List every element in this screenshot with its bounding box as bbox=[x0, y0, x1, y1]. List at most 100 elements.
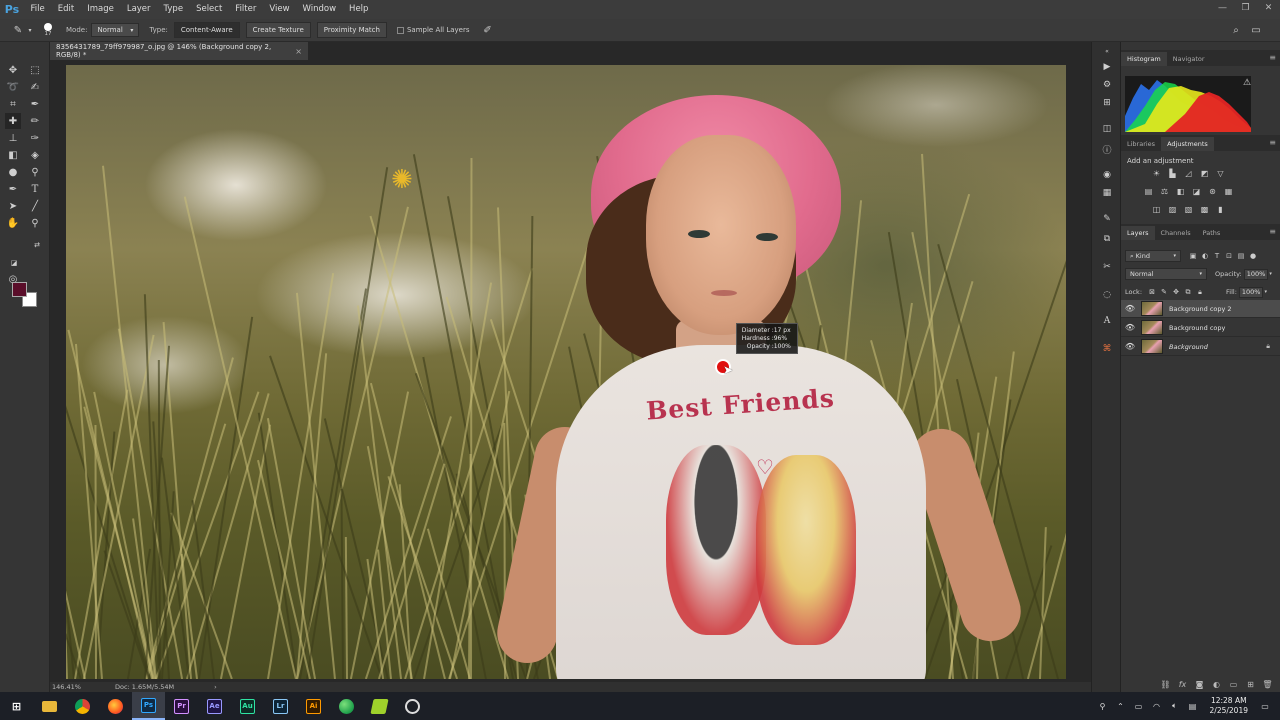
menu-filter[interactable]: Filter bbox=[229, 0, 263, 19]
color-lookup-icon[interactable]: ▦ bbox=[1223, 186, 1234, 197]
black-white-icon[interactable]: ◧ bbox=[1175, 186, 1186, 197]
filter-type-icon[interactable]: T bbox=[1211, 252, 1223, 260]
lock-artboard-icon[interactable]: ⧉ bbox=[1182, 288, 1194, 297]
start-button[interactable]: ⊞ bbox=[0, 692, 33, 720]
canvas-area[interactable]: ✺ Best Friends ♡ Diameter : 17 px Hardne… bbox=[50, 60, 1091, 682]
visibility-eye-icon[interactable]: 👁︎ bbox=[1121, 323, 1139, 332]
filter-adjustment-icon[interactable]: ◐ bbox=[1199, 252, 1211, 260]
add-mask-icon[interactable]: ◙ bbox=[1191, 680, 1208, 689]
clone-source-icon[interactable]: ⧉ bbox=[1099, 232, 1115, 246]
fill-field[interactable]: 100% bbox=[1238, 286, 1264, 298]
menu-type[interactable]: Type bbox=[157, 0, 190, 19]
network-icon[interactable]: ▭ bbox=[1132, 702, 1146, 711]
history-brush-tool-icon[interactable]: ✑ bbox=[27, 130, 43, 146]
panel-menu-icon[interactable]: ≡ bbox=[1269, 227, 1276, 236]
pressure-size-icon[interactable]: ✐ bbox=[480, 22, 496, 38]
mode-select[interactable]: Normal ▾ bbox=[91, 23, 140, 37]
selective-color-icon[interactable]: ▩ bbox=[1199, 204, 1210, 215]
curves-icon[interactable]: ◿ bbox=[1183, 168, 1194, 179]
tab-histogram[interactable]: Histogram bbox=[1121, 52, 1167, 66]
new-adjustment-icon[interactable]: ◐ bbox=[1208, 680, 1225, 689]
menu-help[interactable]: Help bbox=[343, 0, 375, 19]
taskbar-blender[interactable] bbox=[396, 692, 429, 720]
hand-tool-icon[interactable]: ✋ bbox=[5, 215, 21, 231]
layer-name[interactable]: Background bbox=[1169, 343, 1208, 351]
workspace-icon[interactable]: ▭ bbox=[1248, 22, 1264, 38]
dodge-tool-icon[interactable]: ⚲ bbox=[27, 164, 43, 180]
search-icon[interactable]: ⌕ bbox=[1228, 22, 1244, 38]
levels-icon[interactable]: ▙ bbox=[1167, 168, 1178, 179]
taskbar-edge[interactable] bbox=[330, 692, 363, 720]
taskbar-photoshop[interactable]: Ps bbox=[132, 692, 165, 720]
notification-icon[interactable]: ▭ bbox=[1258, 702, 1272, 711]
sample-all-layers-checkbox[interactable]: Sample All Layers bbox=[396, 26, 470, 34]
color-icon[interactable]: ◉ bbox=[1099, 168, 1115, 182]
layer-row[interactable]: 👁︎ Background copy bbox=[1121, 319, 1280, 337]
panel-menu-icon[interactable]: ≡ bbox=[1269, 53, 1276, 62]
layer-name[interactable]: Background copy bbox=[1169, 324, 1225, 332]
create-texture-button[interactable]: Create Texture bbox=[245, 22, 311, 38]
menu-image[interactable]: Image bbox=[81, 0, 121, 19]
brightness-contrast-icon[interactable]: ☀ bbox=[1151, 168, 1162, 179]
tab-adjustments[interactable]: Adjustments bbox=[1161, 137, 1214, 151]
threshold-icon[interactable]: ▧ bbox=[1183, 204, 1194, 215]
lock-pixels-icon[interactable]: ✎ bbox=[1158, 288, 1170, 296]
menu-select[interactable]: Select bbox=[190, 0, 229, 19]
document-tab[interactable]: 8356431789_79ff979987_o.jpg @ 146% (Back… bbox=[50, 42, 308, 60]
photo-filter-icon[interactable]: ◪ bbox=[1191, 186, 1202, 197]
visibility-eye-icon[interactable]: 👁︎ bbox=[1121, 304, 1139, 313]
invert-icon[interactable]: ◫ bbox=[1151, 204, 1162, 215]
taskbar-green-app[interactable] bbox=[363, 692, 396, 720]
photo-canvas[interactable]: ✺ Best Friends ♡ bbox=[66, 65, 1066, 679]
status-menu-arrow-icon[interactable]: › bbox=[214, 683, 217, 691]
taskbar-chrome[interactable] bbox=[66, 692, 99, 720]
taskbar-file-explorer[interactable] bbox=[33, 692, 66, 720]
default-colors-icon[interactable]: ◪ bbox=[6, 255, 22, 271]
panel-menu-icon[interactable]: ≡ bbox=[1269, 138, 1276, 147]
tab-paths[interactable]: Paths bbox=[1197, 226, 1227, 240]
lock-icon[interactable]: 🔒︎ bbox=[1266, 342, 1270, 351]
taskbar-illustrator[interactable]: Ai bbox=[297, 692, 330, 720]
blend-mode-select[interactable]: Normal ▾ bbox=[1125, 268, 1207, 280]
lock-transparency-icon[interactable]: ⊠ bbox=[1146, 288, 1158, 296]
info-icon[interactable]: ⓘ bbox=[1099, 142, 1115, 156]
brushes-icon[interactable]: ✎ bbox=[1099, 212, 1115, 226]
posterize-icon[interactable]: ▨ bbox=[1167, 204, 1178, 215]
healing-brush-tool-icon[interactable]: ✚ bbox=[5, 113, 21, 129]
lasso-tool-icon[interactable]: ➰ bbox=[5, 79, 21, 95]
tab-layers[interactable]: Layers bbox=[1121, 226, 1155, 240]
taskbar-audition[interactable]: Au bbox=[231, 692, 264, 720]
wifi-icon[interactable]: ◠ bbox=[1150, 702, 1164, 711]
gradient-map-icon[interactable]: ▮ bbox=[1215, 204, 1226, 215]
path-select-tool-icon[interactable]: ➤ bbox=[5, 198, 21, 214]
people-icon[interactable]: ⚲ bbox=[1096, 702, 1110, 711]
opacity-field[interactable]: 100% bbox=[1243, 268, 1269, 280]
foreground-color-swatch[interactable] bbox=[12, 282, 27, 297]
layer-name[interactable]: Background copy 2 bbox=[1169, 305, 1232, 313]
exposure-icon[interactable]: ◩ bbox=[1199, 168, 1210, 179]
content-aware-button[interactable]: Content-Aware bbox=[173, 22, 240, 38]
minimize-button[interactable]: — bbox=[1211, 0, 1234, 16]
menu-window[interactable]: Window bbox=[296, 0, 343, 19]
menu-edit[interactable]: Edit bbox=[51, 0, 80, 19]
kind-filter-select[interactable]: ⌕ Kind ▾ bbox=[1125, 250, 1181, 262]
hue-saturation-icon[interactable]: ▤ bbox=[1143, 186, 1154, 197]
menu-layer[interactable]: Layer bbox=[120, 0, 157, 19]
eraser-tool-icon[interactable]: ◧ bbox=[5, 147, 21, 163]
menu-view[interactable]: View bbox=[263, 0, 296, 19]
blur-tool-icon[interactable]: ● bbox=[5, 164, 21, 180]
new-group-icon[interactable]: ▭ bbox=[1225, 680, 1242, 689]
chevron-up-icon[interactable]: ⌃ bbox=[1114, 702, 1128, 711]
paint-bucket-tool-icon[interactable]: ◈ bbox=[27, 147, 43, 163]
warning-icon[interactable]: ⚠ bbox=[1243, 78, 1251, 88]
menu-file[interactable]: File bbox=[24, 0, 51, 19]
eyedropper-tool-icon[interactable]: ✒ bbox=[27, 96, 43, 112]
chevron-down-icon[interactable]: ▾ bbox=[1269, 271, 1272, 277]
delete-layer-icon[interactable]: 🗑︎ bbox=[1259, 680, 1276, 689]
properties-icon[interactable]: ⚙ bbox=[1099, 78, 1115, 92]
lock-position-icon[interactable]: ✥ bbox=[1170, 288, 1182, 296]
3d-icon[interactable]: ◌ bbox=[1099, 288, 1115, 302]
proximity-match-button[interactable]: Proximity Match bbox=[316, 22, 387, 38]
tab-libraries[interactable]: Libraries bbox=[1121, 137, 1161, 151]
brush-tool-icon[interactable]: ✏ bbox=[27, 113, 43, 129]
